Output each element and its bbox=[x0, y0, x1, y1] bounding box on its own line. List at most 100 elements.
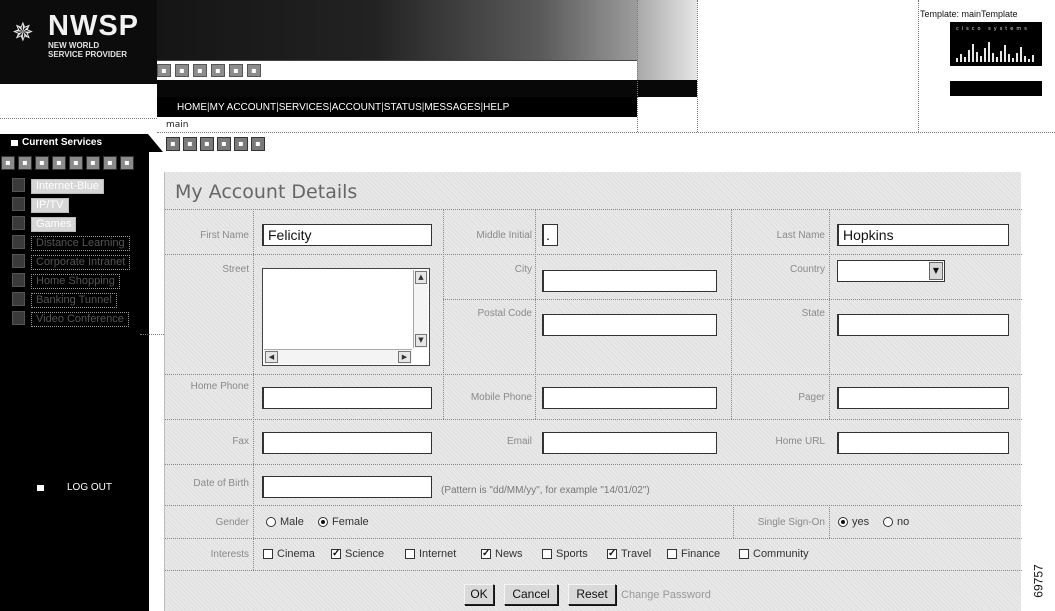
reset-button[interactable]: Reset bbox=[568, 584, 616, 605]
street-vertical-scrollbar[interactable]: ▲ ▼ bbox=[413, 270, 428, 348]
sidebar-tool-icon[interactable]: ▪ bbox=[86, 156, 100, 170]
row-divider bbox=[165, 570, 1022, 571]
pager-field[interactable] bbox=[837, 387, 1009, 409]
interest-finance[interactable]: Finance bbox=[667, 548, 720, 560]
frame-divider bbox=[157, 132, 1055, 133]
gender-female-option[interactable]: Female bbox=[318, 516, 369, 528]
sso-yes-radio[interactable] bbox=[838, 517, 848, 527]
sso-no-radio[interactable] bbox=[883, 517, 893, 527]
sidebar-tool-icon[interactable]: ▪ bbox=[35, 156, 49, 170]
header-tool-icon[interactable]: ▪ bbox=[229, 64, 243, 77]
service-label[interactable]: Distance Learning bbox=[31, 236, 130, 251]
interest-science[interactable]: ✓ Science bbox=[331, 548, 384, 560]
country-select[interactable]: ▼ bbox=[837, 260, 945, 282]
sso-yes-option[interactable]: yes bbox=[838, 516, 869, 528]
change-password-link[interactable]: Change Password bbox=[621, 589, 711, 601]
service-label[interactable]: Corporate Intranet bbox=[31, 255, 131, 270]
service-label[interactable]: Banking Tunnel bbox=[31, 293, 117, 308]
nwsp-logo[interactable]: ✵ NWSP NEW WORLD SERVICE PROVIDER bbox=[8, 12, 156, 72]
nav-home[interactable]: HOME bbox=[177, 102, 207, 113]
service-label[interactable]: Home Shopping bbox=[31, 274, 120, 289]
sidebar-tool-icon[interactable]: ▪ bbox=[18, 156, 32, 170]
main-tool-icon[interactable]: ▪ bbox=[200, 137, 214, 151]
main-tool-icon[interactable]: ▪ bbox=[234, 137, 248, 151]
dob-field[interactable] bbox=[262, 476, 432, 498]
scroll-left-icon[interactable]: ◀ bbox=[265, 351, 278, 363]
gender-female-radio[interactable] bbox=[318, 517, 328, 527]
nav-services[interactable]: SERVICES bbox=[279, 102, 329, 113]
scroll-right-icon[interactable]: ▶ bbox=[398, 351, 411, 363]
interest-news-checkbox[interactable]: ✓ bbox=[481, 549, 491, 559]
fax-field[interactable] bbox=[262, 432, 432, 454]
scroll-down-icon[interactable]: ▼ bbox=[415, 334, 427, 347]
service-label[interactable]: Internet-Blue bbox=[31, 179, 104, 194]
service-label[interactable]: Games bbox=[31, 217, 77, 232]
nav-help[interactable]: HELP bbox=[483, 102, 509, 113]
logout-link[interactable]: LOG OUT bbox=[0, 482, 149, 496]
interest-science-checkbox[interactable]: ✓ bbox=[331, 549, 341, 559]
header-tool-icon[interactable]: ▪ bbox=[175, 64, 189, 77]
interest-finance-checkbox[interactable] bbox=[667, 549, 677, 559]
header-tool-icon[interactable]: ▪ bbox=[247, 64, 261, 77]
email-field[interactable] bbox=[542, 432, 717, 454]
middle-initial-field[interactable]: . bbox=[542, 224, 558, 246]
service-label[interactable]: IP/TV bbox=[31, 198, 69, 213]
street-horizontal-scrollbar[interactable]: ◀ ▶ bbox=[264, 349, 412, 364]
state-field[interactable] bbox=[837, 314, 1009, 336]
sidebar-tool-icon[interactable]: ▪ bbox=[52, 156, 66, 170]
service-label[interactable]: Video Conference bbox=[31, 312, 129, 327]
header-tool-icon[interactable]: ▪ bbox=[193, 64, 207, 77]
postal-code-label: Postal Code bbox=[477, 308, 532, 319]
cancel-button[interactable]: Cancel bbox=[504, 584, 558, 605]
interest-cinema[interactable]: Cinema bbox=[263, 548, 315, 560]
postal-code-field[interactable] bbox=[542, 314, 717, 336]
interest-news[interactable]: ✓ News bbox=[481, 548, 523, 560]
nav-account[interactable]: ACCOUNT bbox=[332, 102, 381, 113]
ok-button[interactable]: OK bbox=[464, 584, 494, 605]
row-divider bbox=[165, 538, 1022, 539]
sidebar-tool-icon[interactable]: ▪ bbox=[120, 156, 134, 170]
last-name-field[interactable]: Hopkins bbox=[837, 224, 1009, 246]
template-label: Template: mainTemplate bbox=[920, 9, 1018, 19]
gender-male-radio[interactable] bbox=[266, 517, 276, 527]
gender-male-option[interactable]: Male bbox=[266, 516, 304, 528]
home-phone-field[interactable] bbox=[262, 387, 432, 409]
nav-my-account[interactable]: MY ACCOUNT bbox=[210, 102, 277, 113]
header-tool-icon[interactable]: ▪ bbox=[157, 64, 171, 77]
row-divider bbox=[165, 419, 1022, 420]
sidebar-tool-icon[interactable]: ▪ bbox=[1, 156, 15, 170]
interest-sports[interactable]: Sports bbox=[542, 548, 588, 560]
interest-travel-checkbox[interactable]: ✓ bbox=[607, 549, 617, 559]
main-tool-icon[interactable]: ▪ bbox=[251, 137, 265, 151]
interest-sports-checkbox[interactable] bbox=[542, 549, 552, 559]
service-square-icon bbox=[12, 197, 25, 211]
interest-internet[interactable]: Internet bbox=[405, 548, 456, 560]
main-tool-icon[interactable]: ▪ bbox=[183, 137, 197, 151]
main-tool-icon[interactable]: ▪ bbox=[166, 137, 180, 151]
interest-community-checkbox[interactable] bbox=[739, 549, 749, 559]
nav-messages[interactable]: MESSAGES bbox=[424, 102, 480, 113]
sidebar-tool-icon[interactable]: ▪ bbox=[69, 156, 83, 170]
first-name-field[interactable]: Felicity bbox=[262, 224, 432, 246]
mobile-phone-field[interactable] bbox=[542, 387, 717, 409]
partner-logo-text: cisco systems bbox=[956, 26, 1030, 32]
interest-community[interactable]: Community bbox=[739, 548, 809, 560]
sso-no-option[interactable]: no bbox=[883, 516, 909, 528]
city-field[interactable] bbox=[542, 270, 717, 292]
nav-status[interactable]: STATUS bbox=[384, 102, 422, 113]
interest-internet-checkbox[interactable] bbox=[405, 549, 415, 559]
scroll-up-icon[interactable]: ▲ bbox=[415, 271, 427, 284]
interest-cinema-checkbox[interactable] bbox=[263, 549, 273, 559]
gender-label: Gender bbox=[215, 517, 249, 528]
sidebar-tool-icon[interactable]: ▪ bbox=[103, 156, 117, 170]
main-tool-icon[interactable]: ▪ bbox=[217, 137, 231, 151]
interest-travel[interactable]: ✓ Travel bbox=[607, 548, 651, 560]
current-services-tab[interactable]: Current Services bbox=[0, 134, 163, 152]
last-name-label: Last Name bbox=[776, 230, 825, 241]
account-details-panel: My Account Details First Name Felicity M… bbox=[164, 172, 1022, 611]
header-tool-icon[interactable]: ▪ bbox=[211, 64, 225, 77]
interest-travel-label: Travel bbox=[621, 548, 652, 560]
chevron-down-icon[interactable]: ▼ bbox=[929, 262, 943, 280]
home-url-field[interactable] bbox=[837, 432, 1009, 454]
street-textarea[interactable]: ▲ ▼ ◀ ▶ bbox=[262, 268, 430, 366]
